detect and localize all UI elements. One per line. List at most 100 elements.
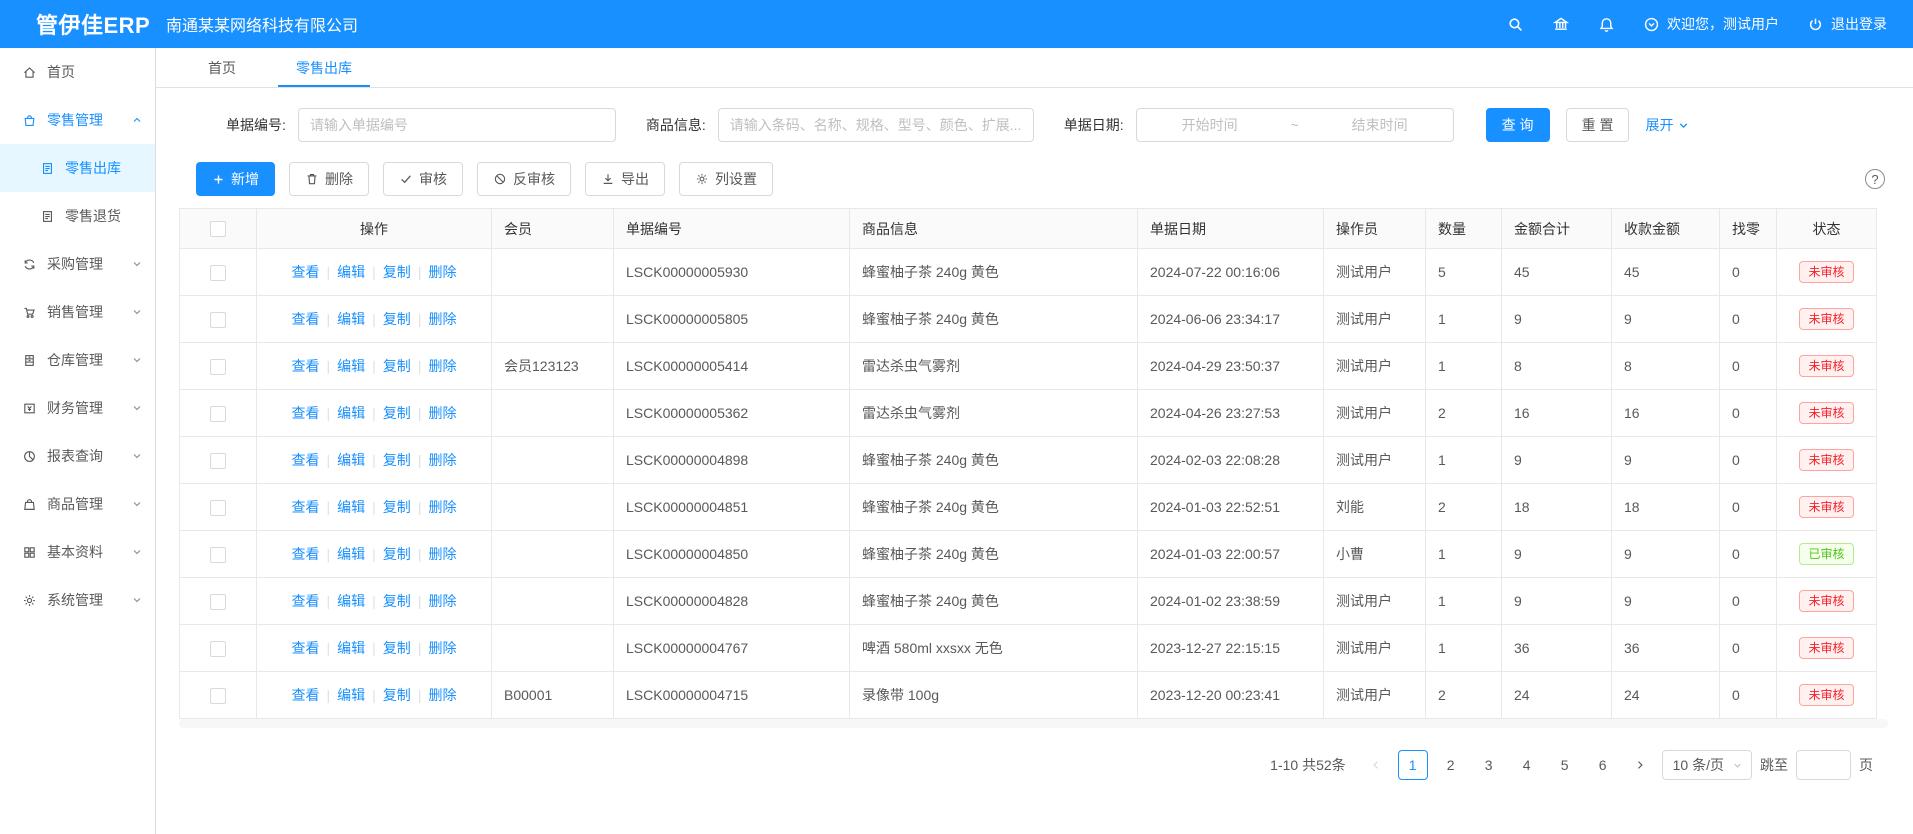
action-link-2[interactable]: 复制 — [383, 405, 411, 421]
action-link-1[interactable]: 编辑 — [337, 499, 365, 515]
unaudit-button[interactable]: 反审核 — [477, 162, 571, 196]
sidebar-item-report[interactable]: 报表查询 — [0, 432, 155, 480]
action-link-1[interactable]: 编辑 — [337, 640, 365, 656]
page-size-select[interactable]: 10 条/页 — [1662, 750, 1752, 780]
sidebar-item-product[interactable]: 商品管理 — [0, 480, 155, 528]
delete-button[interactable]: 删除 — [289, 162, 369, 196]
sidebar-item-system[interactable]: 系统管理 — [0, 576, 155, 624]
action-link-3[interactable]: 删除 — [428, 358, 456, 374]
page-number-1[interactable]: 1 — [1398, 750, 1428, 780]
sidebar-item-finance[interactable]: 财务管理 — [0, 384, 155, 432]
page-number-5[interactable]: 5 — [1550, 750, 1580, 780]
action-link-2[interactable]: 复制 — [383, 358, 411, 374]
order-no-input[interactable] — [298, 108, 616, 142]
product-info-input[interactable] — [718, 108, 1034, 142]
row-checkbox[interactable] — [210, 406, 226, 422]
order-no-cell: LSCK00000005414 — [614, 343, 850, 390]
help-icon[interactable]: ? — [1865, 169, 1885, 189]
action-link-3[interactable]: 删除 — [428, 640, 456, 656]
add-button[interactable]: 新增 — [196, 162, 275, 196]
action-link-2[interactable]: 复制 — [383, 593, 411, 609]
action-link-3[interactable]: 删除 — [428, 311, 456, 327]
action-link-0[interactable]: 查看 — [292, 452, 320, 468]
row-checkbox[interactable] — [210, 453, 226, 469]
action-link-2[interactable]: 复制 — [383, 311, 411, 327]
date-end-placeholder[interactable]: 结束时间 — [1307, 115, 1453, 135]
action-link-0[interactable]: 查看 — [292, 593, 320, 609]
search-button[interactable]: 查 询 — [1486, 108, 1550, 142]
next-page-button[interactable] — [1626, 751, 1654, 779]
row-checkbox[interactable] — [210, 641, 226, 657]
logout-button[interactable]: 退出登录 — [1807, 14, 1887, 34]
action-link-0[interactable]: 查看 — [292, 264, 320, 280]
row-checkbox[interactable] — [210, 594, 226, 610]
row-checkbox[interactable] — [210, 500, 226, 516]
sidebar-item-basic[interactable]: 基本资料 — [0, 528, 155, 576]
row-checkbox[interactable] — [210, 312, 226, 328]
date-start-placeholder[interactable]: 开始时间 — [1137, 115, 1283, 135]
action-link-1[interactable]: 编辑 — [337, 405, 365, 421]
row-checkbox[interactable] — [210, 547, 226, 563]
action-link-3[interactable]: 删除 — [428, 593, 456, 609]
horizontal-scrollbar[interactable] — [179, 719, 1888, 728]
reset-button[interactable]: 重 置 — [1566, 108, 1630, 142]
page-number-3[interactable]: 3 — [1474, 750, 1504, 780]
tab-retail-out[interactable]: 零售出库 — [278, 48, 370, 87]
action-link-0[interactable]: 查看 — [292, 687, 320, 703]
export-button[interactable]: 导出 — [585, 162, 665, 196]
sidebar-item-retail-return[interactable]: 零售退货 — [0, 192, 155, 240]
sidebar-item-home[interactable]: 首页 — [0, 48, 155, 96]
action-link-3[interactable]: 删除 — [428, 546, 456, 562]
action-link-2[interactable]: 复制 — [383, 546, 411, 562]
welcome-user[interactable]: 欢迎您，测试用户 — [1643, 14, 1779, 34]
action-link-2[interactable]: 复制 — [383, 499, 411, 515]
page-number-4[interactable]: 4 — [1512, 750, 1542, 780]
action-link-0[interactable]: 查看 — [292, 546, 320, 562]
action-link-3[interactable]: 删除 — [428, 452, 456, 468]
action-link-1[interactable]: 编辑 — [337, 311, 365, 327]
product-cell: 蜂蜜柚子茶 240g 黄色 — [850, 484, 1138, 531]
action-link-0[interactable]: 查看 — [292, 499, 320, 515]
sidebar-item-purchase[interactable]: 采购管理 — [0, 240, 155, 288]
expand-link[interactable]: 展开 — [1645, 115, 1690, 135]
action-link-2[interactable]: 复制 — [383, 687, 411, 703]
action-link-0[interactable]: 查看 — [292, 405, 320, 421]
action-link-3[interactable]: 删除 — [428, 499, 456, 515]
jump-page-input[interactable] — [1796, 750, 1851, 780]
action-link-3[interactable]: 删除 — [428, 405, 456, 421]
row-checkbox[interactable] — [210, 359, 226, 375]
action-link-0[interactable]: 查看 — [292, 358, 320, 374]
action-link-0[interactable]: 查看 — [292, 311, 320, 327]
search-icon[interactable] — [1507, 16, 1524, 33]
action-link-3[interactable]: 删除 — [428, 264, 456, 280]
page-number-2[interactable]: 2 — [1436, 750, 1466, 780]
row-checkbox[interactable] — [210, 265, 226, 281]
action-link-1[interactable]: 编辑 — [337, 687, 365, 703]
sidebar-item-retail-out[interactable]: 零售出库 — [0, 144, 155, 192]
action-link-1[interactable]: 编辑 — [337, 264, 365, 280]
column-settings-button[interactable]: 列设置 — [679, 162, 773, 196]
prev-page-button[interactable] — [1362, 751, 1390, 779]
action-link-1[interactable]: 编辑 — [337, 546, 365, 562]
sidebar-item-retail[interactable]: 零售管理 — [0, 96, 155, 144]
audit-button[interactable]: 审核 — [383, 162, 463, 196]
bell-icon[interactable] — [1598, 16, 1615, 33]
qty-cell: 2 — [1426, 484, 1502, 531]
select-all-checkbox[interactable] — [210, 221, 226, 237]
action-link-2[interactable]: 复制 — [383, 640, 411, 656]
action-link-2[interactable]: 复制 — [383, 452, 411, 468]
action-link-1[interactable]: 编辑 — [337, 452, 365, 468]
sidebar-item-sale[interactable]: 销售管理 — [0, 288, 155, 336]
sidebar-item-warehouse[interactable]: 仓库管理 — [0, 336, 155, 384]
page-number-6[interactable]: 6 — [1588, 750, 1618, 780]
action-link-1[interactable]: 编辑 — [337, 593, 365, 609]
date-range-picker[interactable]: 开始时间 ~ 结束时间 — [1136, 108, 1454, 142]
action-link-3[interactable]: 删除 — [428, 687, 456, 703]
tab-home[interactable]: 首页 — [190, 48, 254, 87]
action-link-0[interactable]: 查看 — [292, 640, 320, 656]
row-checkbox[interactable] — [210, 688, 226, 704]
bank-icon[interactable] — [1552, 15, 1570, 33]
action-link-1[interactable]: 编辑 — [337, 358, 365, 374]
change-cell: 0 — [1720, 437, 1777, 484]
action-link-2[interactable]: 复制 — [383, 264, 411, 280]
